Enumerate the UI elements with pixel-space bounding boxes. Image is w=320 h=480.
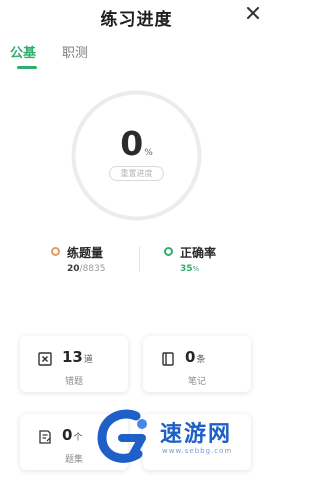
progress-unit: % xyxy=(144,148,153,158)
practice-count-value: 20/8835 xyxy=(67,264,105,274)
watermark-logo: 速游网 www.sebbg.com xyxy=(92,402,262,472)
page-title: 练习进度 xyxy=(100,10,173,30)
header: 练习进度 xyxy=(0,0,273,34)
wrong-questions-count: 13道 xyxy=(62,348,93,366)
accuracy-unit: % xyxy=(192,265,200,273)
wrong-questions-caption: 错题 xyxy=(64,377,83,387)
accuracy-number: 35 xyxy=(180,264,193,274)
progress-value: 0 xyxy=(120,124,144,163)
practice-done: 20 xyxy=(67,264,80,274)
watermark-url: www.sebbg.com xyxy=(162,447,233,455)
tab-gongji[interactable]: 公基 xyxy=(10,42,36,61)
close-button[interactable] xyxy=(243,3,263,23)
progress-readout: 0% xyxy=(69,124,204,163)
progress-ring: 0% 重置进度 xyxy=(69,88,204,223)
sets-count-unit: 个 xyxy=(73,433,83,443)
notes-caption: 笔记 xyxy=(187,377,206,387)
reset-progress-button[interactable]: 重置进度 xyxy=(109,166,164,181)
notes-count-unit: 条 xyxy=(196,355,206,365)
question-sets-count: 0个 xyxy=(62,426,82,444)
wrong-questions-card[interactable]: 13道 错题 xyxy=(20,336,128,392)
watermark-text: 速游网 xyxy=(160,422,233,447)
practice-total: /8835 xyxy=(79,264,106,274)
close-icon xyxy=(247,7,259,19)
practice-count-label: 练题量 xyxy=(67,246,104,260)
accuracy-value: 35% xyxy=(180,264,199,274)
accuracy-dot-icon xyxy=(164,247,173,256)
wrong-question-icon xyxy=(38,351,52,366)
stats-divider xyxy=(139,246,140,272)
notes-card[interactable]: 0条 笔记 xyxy=(143,336,251,392)
practice-dot-icon xyxy=(51,247,60,256)
notes-count: 0条 xyxy=(185,348,205,366)
accuracy-label: 正确率 xyxy=(180,246,217,260)
watermark-g-icon xyxy=(97,409,147,463)
question-set-icon xyxy=(38,429,52,444)
active-tab-indicator xyxy=(17,66,37,69)
wrong-count-number: 13 xyxy=(62,348,83,366)
sets-count-number: 0 xyxy=(62,426,73,444)
tab-zhice[interactable]: 职测 xyxy=(62,42,88,61)
notes-count-number: 0 xyxy=(185,348,196,366)
wrong-count-unit: 道 xyxy=(83,355,93,365)
notebook-icon xyxy=(161,351,175,366)
